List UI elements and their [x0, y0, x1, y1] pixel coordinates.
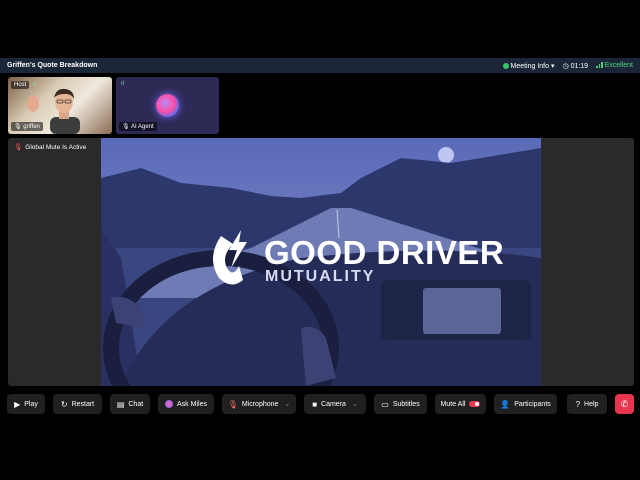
- chevron-down-icon[interactable]: ⌄: [352, 400, 358, 408]
- chat-button[interactable]: ▤ Chat: [110, 394, 150, 414]
- host-badge: Host: [11, 81, 30, 89]
- microphone-button[interactable]: 🎙 Microphone ⌄: [222, 394, 296, 414]
- slide-logo-subtitle: MUTUALITY: [265, 268, 376, 285]
- connection-quality: Excellent: [596, 62, 633, 69]
- mute-notice-text: Global Mute Is Active: [25, 143, 87, 151]
- help-icon: ?: [575, 399, 581, 409]
- play-label: Play: [24, 400, 38, 408]
- end-call-button[interactable]: ✆: [615, 394, 634, 414]
- end-call-icon: ✆: [620, 398, 629, 409]
- signal-icon: ıl: [121, 81, 124, 87]
- video-camera-icon: ■: [312, 399, 318, 409]
- timer-value: 01:19: [570, 62, 589, 70]
- mute-all-button[interactable]: Mute All: [435, 394, 486, 414]
- info-icon: [502, 62, 509, 69]
- participants-icon: 👤: [500, 399, 511, 409]
- quality-label: Excellent: [604, 62, 633, 69]
- microphone-muted-icon: 🎙: [14, 144, 23, 151]
- restart-label: Restart: [71, 400, 95, 408]
- participants-button[interactable]: 👤 Participants: [494, 394, 557, 414]
- clock-icon: ◷: [562, 62, 569, 70]
- participant-tile-ai-agent[interactable]: ıl 🎙 AI Agent: [116, 77, 219, 134]
- participant-name-text: AI Agent: [130, 124, 154, 130]
- meeting-info-label: Meeting Info: [510, 62, 550, 70]
- participant-name-text: griffen: [23, 124, 40, 130]
- mute-all-label: Mute All: [440, 400, 466, 408]
- microphone-icon: 🎙: [14, 124, 22, 130]
- shared-content-stage: 🎙 Global Mute Is Active GOOD DRIVER MUTU…: [8, 138, 634, 386]
- ask-miles-button[interactable]: Ask Miles: [158, 394, 214, 414]
- subtitles-label: Subtitles: [392, 400, 420, 408]
- participant-tile-host[interactable]: Host ıl 🎙 griffen: [8, 77, 112, 134]
- restart-button[interactable]: ↻ Restart: [53, 394, 102, 414]
- participant-video: [50, 88, 80, 134]
- waving-hand: [27, 96, 39, 112]
- signal-bars-icon: [596, 62, 603, 69]
- restart-icon: ↻: [60, 399, 68, 409]
- subtitles-button[interactable]: ▭ Subtitles: [374, 394, 427, 414]
- microphone-muted-icon: 🎙: [227, 399, 238, 409]
- meeting-toolbar: ▶ Play ↻ Restart ▤ Chat Ask Miles 🎙 Micropho…: [0, 394, 640, 416]
- slide-logo-title: GOOD DRIVER: [264, 234, 505, 271]
- ai-orb-icon: [165, 400, 174, 408]
- meeting-timer: ◷ 01:19: [563, 62, 589, 70]
- chevron-down-icon: ▾: [550, 62, 555, 70]
- ai-agent-orb: [156, 94, 179, 117]
- ask-miles-label: Ask Miles: [177, 400, 207, 408]
- signal-icon: ıl: [33, 82, 36, 88]
- play-button[interactable]: ▶ Play: [7, 394, 45, 414]
- chat-label: Chat: [128, 400, 144, 408]
- meeting-info-button[interactable]: Meeting Info ▾: [502, 62, 555, 70]
- chevron-down-icon[interactable]: ⌄: [284, 400, 290, 408]
- chat-bubble-icon: ▤: [116, 399, 125, 409]
- meeting-title: Griffen's Quote Breakdown: [7, 62, 98, 69]
- subtitles-icon: ▭: [381, 399, 389, 409]
- camera-label: Camera: [321, 400, 346, 408]
- participant-name: 🎙 griffen: [11, 122, 43, 131]
- meeting-header: Griffen's Quote Breakdown Meeting Info ▾…: [0, 58, 640, 73]
- global-mute-notice: 🎙 Global Mute Is Active: [14, 143, 87, 152]
- participants-label: Participants: [514, 400, 551, 408]
- microphone-icon: 🎙: [122, 124, 130, 130]
- microphone-label: Microphone: [241, 400, 279, 408]
- presentation-slide: GOOD DRIVER MUTUALITY: [101, 138, 541, 386]
- play-circle-icon: ▶: [14, 399, 21, 409]
- mute-all-toggle[interactable]: [469, 401, 481, 407]
- camera-button[interactable]: ■ Camera ⌄: [304, 394, 366, 414]
- help-button[interactable]: ? Help: [567, 394, 607, 414]
- participant-name: 🎙 AI Agent: [119, 122, 157, 131]
- help-label: Help: [584, 400, 599, 408]
